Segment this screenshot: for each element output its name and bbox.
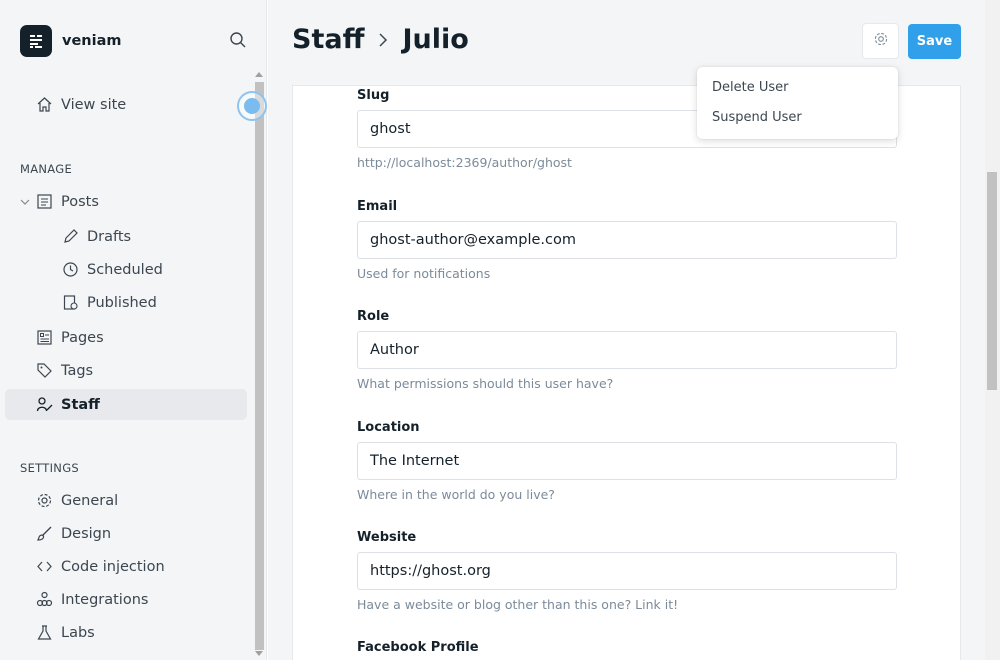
nav-integrations[interactable]: Integrations	[5, 584, 247, 615]
scroll-down-arrow-icon[interactable]	[255, 651, 263, 656]
nav-label: Labs	[61, 624, 95, 641]
slug-hint: http://localhost:2369/author/ghost	[357, 155, 572, 170]
nav-label: Code injection	[61, 558, 165, 575]
user-form-card: Slug ghost http://localhost:2369/author/…	[292, 85, 961, 660]
nav-scheduled[interactable]: Scheduled	[5, 254, 247, 285]
nav-label: Posts	[61, 193, 99, 210]
site-name: veniam	[62, 33, 122, 49]
menu-item-delete-user[interactable]: Delete User	[712, 80, 788, 95]
tag-icon	[36, 362, 53, 379]
user-actions-button[interactable]	[862, 23, 899, 59]
nav-label: Pages	[61, 329, 104, 346]
nav-label: Staff	[61, 396, 100, 413]
breadcrumb-current: Julio	[402, 24, 469, 55]
page-title: Staff Julio	[292, 24, 469, 55]
facebook-label: Facebook Profile	[357, 640, 479, 655]
nav-label: Scheduled	[87, 261, 163, 278]
nav-general[interactable]: General	[5, 485, 247, 516]
nav-tags[interactable]: Tags	[5, 355, 247, 386]
pages-icon	[36, 329, 53, 346]
home-icon	[36, 96, 53, 113]
brand[interactable]: veniam	[20, 25, 121, 57]
nav-code-injection[interactable]: Code injection	[5, 551, 247, 582]
nav-label: Design	[61, 525, 112, 542]
sidebar-scrollbar[interactable]	[253, 70, 266, 660]
website-label: Website	[357, 530, 417, 545]
nav-view-site[interactable]: View site	[5, 89, 247, 120]
nav-staff[interactable]: Staff	[5, 389, 247, 420]
location-field[interactable]: The Internet	[357, 442, 897, 480]
sidebar: veniam View site MANAGE Posts Drafts Sch…	[0, 0, 267, 660]
email-label: Email	[357, 199, 398, 214]
notification-pulse[interactable]	[237, 91, 267, 121]
role-field[interactable]: Author	[357, 331, 897, 369]
gear-icon	[36, 492, 53, 509]
sidebar-scrollbar-thumb[interactable]	[255, 82, 264, 650]
location-label: Location	[357, 420, 420, 435]
search-icon[interactable]	[229, 31, 247, 49]
slug-label: Slug	[357, 88, 390, 103]
role-label: Role	[357, 309, 390, 324]
email-field[interactable]: ghost-author@example.com	[357, 221, 897, 259]
flask-icon	[36, 624, 53, 641]
code-icon	[36, 558, 53, 575]
location-hint: Where in the world do you live?	[357, 487, 555, 502]
published-icon	[62, 294, 79, 311]
nav-label: Published	[87, 294, 157, 311]
staff-icon	[36, 396, 53, 413]
chevron-down-icon[interactable]	[19, 196, 31, 208]
nav-label: View site	[61, 96, 127, 113]
website-hint: Have a website or blog other than this o…	[357, 597, 679, 612]
nav-label: Drafts	[87, 228, 132, 245]
section-manage: MANAGE	[20, 162, 73, 176]
role-hint: What permissions should this user have?	[357, 376, 614, 391]
pencil-icon	[62, 228, 79, 245]
nav-drafts[interactable]: Drafts	[5, 221, 247, 252]
nav-label: Integrations	[61, 591, 149, 608]
posts-icon	[36, 193, 53, 210]
gear-icon	[873, 31, 889, 51]
email-hint: Used for notifications	[357, 266, 491, 281]
website-field[interactable]: https://ghost.org	[357, 552, 897, 590]
nav-posts[interactable]: Posts	[5, 186, 247, 217]
main-scrollbar[interactable]	[985, 0, 1000, 660]
nav-published[interactable]: Published	[5, 287, 247, 318]
chevron-right-icon	[376, 31, 390, 49]
ghost-logo-icon	[20, 25, 52, 57]
section-settings: SETTINGS	[20, 461, 80, 475]
nav-pages[interactable]: Pages	[5, 322, 247, 353]
scroll-up-arrow-icon[interactable]	[255, 72, 263, 77]
brush-icon	[36, 525, 53, 542]
main-scrollbar-thumb[interactable]	[987, 172, 997, 390]
nav-design[interactable]: Design	[5, 518, 247, 549]
user-actions-menu: Delete User Suspend User	[697, 67, 898, 139]
nav-labs[interactable]: Labs	[5, 617, 247, 648]
menu-item-suspend-user[interactable]: Suspend User	[712, 110, 802, 125]
integrations-icon	[36, 591, 53, 608]
breadcrumb-parent[interactable]: Staff	[292, 24, 364, 55]
save-button[interactable]: Save	[908, 24, 961, 59]
nav-label: General	[61, 492, 119, 509]
clock-icon	[62, 261, 79, 278]
nav-label: Tags	[61, 362, 94, 379]
